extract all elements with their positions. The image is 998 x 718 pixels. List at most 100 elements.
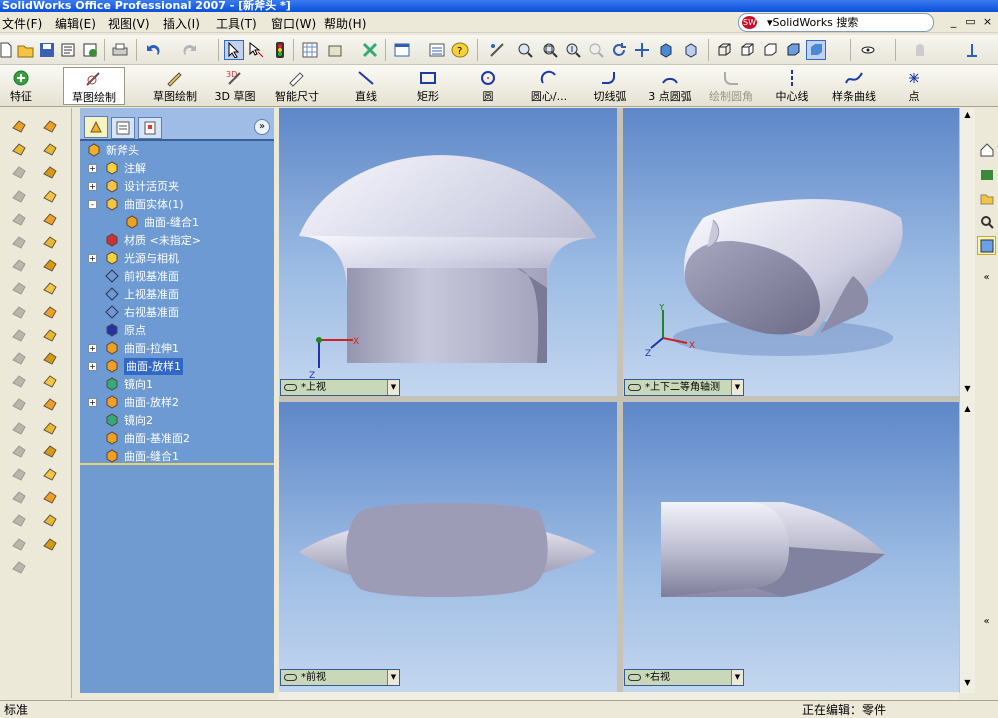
expand-icon[interactable]: + [88, 254, 97, 263]
rib-icon[interactable] [40, 325, 60, 345]
3d-sketch-button[interactable]: 3D 3D 草图 [211, 67, 259, 105]
tree-item[interactable]: 曲面-缝合1 [80, 448, 274, 465]
centerline-button[interactable]: 中心线 [772, 67, 812, 105]
tree-item[interactable]: 上视基准面 [80, 286, 274, 303]
view-selector-isometric[interactable]: *上下二等角轴测 ▼ [624, 379, 744, 396]
shaded-icon[interactable] [806, 40, 826, 60]
view-selector-front[interactable]: *前视 ▼ [280, 669, 400, 686]
expand-icon[interactable]: + [88, 164, 97, 173]
section-view-icon[interactable] [681, 40, 701, 60]
tree-item[interactable]: + 注解 [80, 160, 274, 177]
close-button[interactable]: × [980, 15, 995, 29]
view-palette-icon[interactable] [977, 236, 996, 255]
tree-item[interactable]: 曲面-缝合1 [80, 214, 274, 231]
tree-item[interactable]: + 曲面-放样1 [80, 358, 274, 375]
properties-icon[interactable] [325, 40, 345, 60]
expand-panel-icon[interactable]: » [254, 119, 270, 135]
chevron-down-icon[interactable]: ▼ [731, 380, 743, 395]
point-button[interactable]: 点 [902, 67, 926, 105]
zoom-in-out-icon[interactable] [563, 40, 583, 60]
viewport-isometric[interactable]: Y X Z *上下二等角轴测 ▼ [623, 108, 959, 396]
zoom-selection-icon[interactable] [586, 40, 606, 60]
menu-file[interactable]: 文件(F) [2, 15, 42, 32]
options-icon[interactable] [80, 40, 100, 60]
view-axis-icon[interactable] [962, 40, 982, 60]
sketch-tab[interactable]: 草图绘制 [63, 67, 125, 105]
select-icon[interactable] [224, 40, 244, 60]
vertical-scrollbar[interactable]: ▲ ▼ ▲ ▼ [959, 108, 975, 693]
print-icon[interactable] [110, 40, 130, 60]
redo-icon[interactable] [180, 40, 200, 60]
dome-icon[interactable] [40, 441, 60, 461]
restore-button[interactable]: ▭ [963, 15, 978, 29]
flex-icon[interactable] [9, 441, 29, 461]
draft-icon[interactable] [9, 325, 29, 345]
search-icon[interactable] [977, 212, 996, 231]
indent-icon[interactable] [9, 487, 29, 507]
shape-icon[interactable] [40, 464, 60, 484]
indent-icon[interactable] [40, 534, 60, 554]
tree-item[interactable]: 原点 [80, 322, 274, 339]
viewport-front[interactable]: Y X *前视▼ [279, 402, 617, 692]
tangent-arc-button[interactable]: 切线弧 [588, 67, 632, 105]
view-orientation-icon[interactable] [656, 40, 676, 60]
tree-item[interactable]: 材质 <未指定> [80, 232, 274, 249]
draft-icon[interactable] [40, 371, 60, 391]
circle-button[interactable]: 圆 [474, 67, 502, 105]
loft-icon[interactable] [9, 186, 29, 206]
shape-icon[interactable] [9, 418, 29, 438]
help-icon[interactable]: ? [450, 40, 470, 60]
minimize-button[interactable]: _ [946, 15, 961, 29]
tree-item[interactable]: 曲面-基准面2 [80, 430, 274, 447]
feature-manager-tab[interactable] [84, 116, 108, 138]
viewport-right[interactable]: Y Z *右视▼ [623, 402, 959, 692]
sketch-button[interactable]: 草图绘制 [146, 67, 204, 105]
collapse-pane-icon[interactable]: « [977, 268, 996, 287]
center-arc-button[interactable]: 圆心/... [522, 67, 576, 105]
hole-icon[interactable] [40, 394, 60, 414]
chamfer-icon[interactable] [9, 255, 29, 275]
tree-item[interactable]: + 设计活页夹 [80, 178, 274, 195]
measure-icon[interactable] [487, 40, 507, 60]
menu-view[interactable]: 视图(V) [108, 15, 150, 32]
expand-icon[interactable]: + [88, 362, 97, 371]
expand-icon[interactable]: + [88, 182, 97, 191]
expand-icon[interactable]: + [88, 344, 97, 353]
pan-icon[interactable] [632, 40, 652, 60]
revolve-icon[interactable] [9, 139, 29, 159]
reference-geometry-icon[interactable] [40, 116, 60, 136]
configuration-manager-tab[interactable] [138, 117, 162, 139]
undo-icon[interactable] [143, 40, 163, 60]
view-selector-right[interactable]: *右视 ▼ [624, 669, 744, 686]
boundary-icon[interactable] [40, 255, 60, 275]
fillet-icon[interactable] [9, 232, 29, 252]
collapse-icon[interactable]: - [88, 200, 97, 209]
file-explorer-icon[interactable] [977, 188, 996, 207]
chevron-down-icon[interactable]: ▼ [387, 380, 399, 395]
hidden-lines-visible-icon[interactable] [737, 40, 757, 60]
chevron-down-icon[interactable]: ▼ [387, 670, 399, 685]
tree-item[interactable]: 右视基准面 [80, 304, 274, 321]
loft-icon[interactable] [40, 232, 60, 252]
expand-pane-icon[interactable]: « [977, 612, 996, 631]
grid-icon[interactable] [300, 40, 320, 60]
features-tab[interactable]: 特征 [2, 67, 40, 105]
hole-icon[interactable] [9, 348, 29, 368]
fillet-icon[interactable] [40, 278, 60, 298]
mirror-icon[interactable] [9, 510, 29, 530]
resources-icon[interactable] [977, 164, 996, 183]
revolve-icon[interactable] [40, 186, 60, 206]
scroll-up-icon[interactable]: ▲ [961, 404, 974, 416]
wrap-icon[interactable] [9, 371, 29, 391]
print-preview-icon[interactable] [58, 40, 78, 60]
spline-button[interactable]: 样条曲线 [827, 67, 881, 105]
rotate-icon[interactable] [609, 40, 629, 60]
scroll-down-icon[interactable]: ▼ [961, 678, 974, 690]
zoom-area-icon[interactable] [540, 40, 560, 60]
solidworks-search-field[interactable]: SW ▾SolidWorks 搜索 [738, 13, 934, 32]
deform-icon[interactable] [9, 464, 29, 484]
window-layout-icon[interactable] [392, 40, 412, 60]
menu-tools[interactable]: 工具(T) [216, 15, 257, 32]
menu-window[interactable]: 窗口(W) [271, 15, 316, 32]
hidden-lines-removed-icon[interactable] [760, 40, 780, 60]
